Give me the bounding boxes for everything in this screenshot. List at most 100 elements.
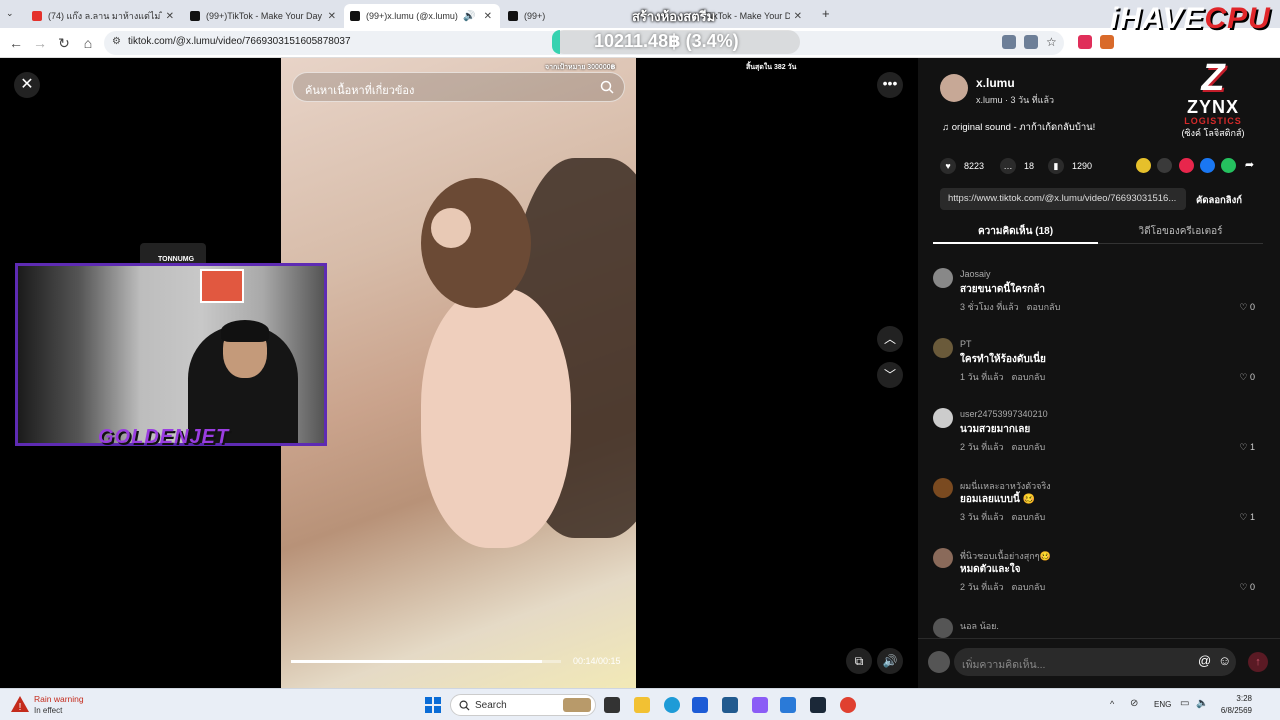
emoji-icon[interactable]: ☺ bbox=[1218, 653, 1231, 668]
reply-button[interactable]: ตอบกลับ bbox=[1012, 372, 1046, 382]
mention-icon[interactable]: @ bbox=[1198, 653, 1211, 668]
comment-item: พี่นิวชอบเนื้อย่างสุกๆ🥴 หมดตัวและใจ 2 วั… bbox=[933, 548, 1263, 608]
avatar[interactable] bbox=[940, 74, 968, 102]
input-language[interactable]: ENG bbox=[1154, 700, 1171, 709]
start-button[interactable] bbox=[425, 697, 441, 713]
more-options-button[interactable]: ••• bbox=[877, 72, 903, 98]
copy-link-button[interactable]: คัดลอกลิงก์ bbox=[1196, 193, 1242, 208]
previous-video-chevron-up-icon[interactable]: ︿ bbox=[877, 326, 903, 352]
video-progress-bar[interactable] bbox=[291, 660, 561, 663]
stream-overlay-title: สร้างห้องสตรีม bbox=[632, 9, 716, 24]
taskbar-search-input[interactable]: Search bbox=[450, 694, 596, 716]
search-highlight-image bbox=[563, 698, 591, 712]
clock-time[interactable]: 3:28 bbox=[1232, 694, 1252, 703]
speaker-icon[interactable]: 🔊 bbox=[463, 11, 475, 22]
close-tab-icon[interactable]: ✕ bbox=[484, 11, 492, 22]
embed-icon[interactable] bbox=[1157, 158, 1172, 173]
volume-icon[interactable]: 🔊 bbox=[877, 648, 903, 674]
outlook-icon[interactable] bbox=[780, 697, 796, 713]
comment-input[interactable]: เพิ่มความคิดเห็น... @ ☺ bbox=[954, 648, 1236, 676]
tab-tiktok-home[interactable]: (99+)TikTok - Make Your Day ✕ bbox=[184, 4, 344, 28]
tab-creator-videos[interactable]: วิดีโอของครีเอเตอร์ bbox=[1098, 224, 1263, 244]
forward-icon[interactable]: → bbox=[30, 33, 50, 53]
like-button[interactable]: ♥ 8223 bbox=[940, 158, 984, 174]
tab-tiktok-video[interactable]: (99+)x.lumu (@x.lumu) | TikTok 🔊 ✕ bbox=[344, 4, 500, 28]
reply-button[interactable]: ตอบกลับ bbox=[1012, 582, 1046, 592]
url-text[interactable]: tiktok.com/@x.lumu/video/766930315160587… bbox=[128, 36, 351, 47]
comment-avatar[interactable] bbox=[933, 338, 953, 358]
reply-button[interactable]: ตอบกลับ bbox=[1012, 512, 1046, 522]
tab-youtube[interactable]: (74) แก๊ง ล.ลาน มาห้างแต่ไม่ได้กิน ? #pc… bbox=[26, 4, 182, 28]
comment-username[interactable]: user24753997340210 bbox=[960, 409, 1048, 419]
related-search-input[interactable]: ค้นหาเนื้อหาที่เกี่ยวข้อง bbox=[292, 72, 625, 102]
comment-avatar[interactable] bbox=[933, 408, 953, 428]
comment-avatar[interactable] bbox=[933, 268, 953, 288]
comment-like-button[interactable]: ♡ 1 bbox=[1239, 442, 1255, 453]
post-sound[interactable]: ♫ original sound - ภาก้าเก้ดกลับบ้าน! bbox=[942, 120, 1095, 135]
comment-like-button[interactable]: ♡ 0 bbox=[1239, 372, 1255, 383]
tab-tiktok-4[interactable]: (99+) bbox=[502, 4, 620, 28]
comment-like-button[interactable]: ♡ 0 bbox=[1239, 582, 1255, 593]
comment-like-button[interactable]: ♡ 1 bbox=[1239, 512, 1255, 523]
next-video-chevron-down-icon[interactable]: ﹀ bbox=[877, 362, 903, 388]
home-icon[interactable]: ⌂ bbox=[78, 33, 98, 53]
close-tab-icon[interactable]: ✕ bbox=[328, 11, 336, 22]
tab-list-chevron-icon[interactable]: ⌄ bbox=[6, 8, 20, 22]
save-button[interactable]: ▮ 1290 bbox=[1048, 158, 1092, 174]
cast-icon[interactable] bbox=[1024, 35, 1038, 49]
weather-warning-icon[interactable]: ! bbox=[10, 694, 30, 714]
steam-icon[interactable] bbox=[810, 697, 826, 713]
close-video-button[interactable]: ✕ bbox=[14, 72, 40, 98]
task-view-icon[interactable] bbox=[604, 697, 620, 713]
comment-like-button[interactable]: ♡ 0 bbox=[1239, 302, 1255, 313]
comment-username[interactable]: นอล น้อย. bbox=[960, 619, 999, 633]
site-info-icon[interactable]: ⚙ bbox=[112, 36, 121, 47]
video-player[interactable]: จากเป้าหมาย 300000฿ ค้นหาเนื้อหาที่เกี่ย… bbox=[281, 58, 636, 688]
file-explorer-icon[interactable] bbox=[634, 697, 650, 713]
friends-share-icon[interactable] bbox=[1136, 158, 1151, 173]
edge-icon[interactable] bbox=[664, 697, 680, 713]
comment-avatar[interactable] bbox=[933, 478, 953, 498]
new-tab-button[interactable]: + bbox=[822, 6, 830, 21]
close-tab-icon[interactable]: ✕ bbox=[166, 11, 174, 22]
chrome-icon[interactable] bbox=[840, 697, 856, 713]
store-icon[interactable] bbox=[722, 697, 738, 713]
comment-avatar[interactable] bbox=[933, 548, 953, 568]
tab-comments[interactable]: ความคิดเห็น (18) bbox=[933, 224, 1098, 244]
facebook-icon[interactable] bbox=[1200, 158, 1215, 173]
clock-date[interactable]: 6/8/2569 bbox=[1218, 706, 1252, 715]
reply-button[interactable]: ตอบกลับ bbox=[1012, 442, 1046, 452]
tab-tiktok-5[interactable]: TikTok - Make Your Day ✕ bbox=[700, 4, 810, 28]
sponsor-logo: Z ZYNX LOGISTICS (ซิงค์ โลจิสติกส์) bbox=[1168, 58, 1258, 140]
picture-in-picture-icon[interactable]: ⧉ bbox=[846, 648, 872, 674]
whatsapp-icon[interactable] bbox=[1221, 158, 1236, 173]
video-link-field[interactable]: https://www.tiktok.com/@x.lumu/video/766… bbox=[940, 188, 1186, 210]
volume-icon[interactable]: 🔈 bbox=[1196, 698, 1208, 709]
app-icon[interactable] bbox=[692, 697, 708, 713]
weather-title[interactable]: Rain warning bbox=[34, 694, 84, 704]
reload-icon[interactable]: ↻ bbox=[54, 33, 74, 53]
share-arrow-icon[interactable]: ➦ bbox=[1242, 158, 1257, 173]
tray-chevron-icon[interactable]: ^ bbox=[1110, 699, 1114, 709]
search-icon[interactable] bbox=[600, 80, 614, 94]
send-to-friends-icon[interactable] bbox=[1179, 158, 1194, 173]
comment-avatar[interactable] bbox=[933, 618, 953, 638]
comment-item: Jaosaiy สวยขนาดนี้ใครกล้า 3 ชั่วโมง ที่แ… bbox=[933, 268, 1263, 328]
bookmark-star-icon[interactable]: ☆ bbox=[1046, 35, 1060, 49]
back-icon[interactable]: ← bbox=[6, 33, 26, 53]
translate-icon[interactable] bbox=[1002, 35, 1016, 49]
copilot-icon[interactable] bbox=[752, 697, 768, 713]
comment-username[interactable]: พี่นิวชอบเนื้อย่างสุกๆ🥴 bbox=[960, 549, 1051, 563]
comment-username[interactable]: PT bbox=[960, 339, 972, 349]
comment-username[interactable]: ผมนี่แหละอาหวังตัวจริง bbox=[960, 479, 1051, 493]
send-comment-button[interactable]: ↑ bbox=[1248, 652, 1268, 672]
post-username[interactable]: x.lumu bbox=[976, 76, 1015, 90]
monitor-icon[interactable]: ▭ bbox=[1180, 698, 1189, 709]
close-tab-icon[interactable]: ✕ bbox=[794, 11, 802, 22]
extension-icon[interactable] bbox=[1100, 35, 1114, 49]
comment-username[interactable]: Jaosaiy bbox=[960, 269, 991, 279]
abp-extension-icon[interactable] bbox=[1078, 35, 1092, 49]
comment-button[interactable]: … 18 bbox=[1000, 158, 1034, 174]
network-off-icon[interactable]: ⊘ bbox=[1130, 698, 1138, 709]
reply-button[interactable]: ตอบกลับ bbox=[1027, 302, 1061, 312]
